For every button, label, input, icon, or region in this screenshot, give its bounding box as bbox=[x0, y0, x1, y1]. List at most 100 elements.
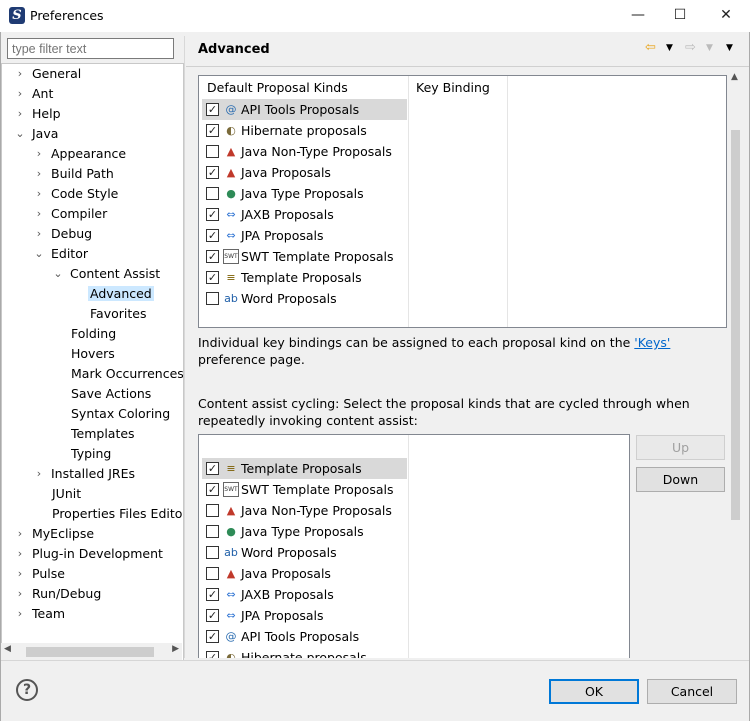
chevron-right-icon[interactable]: › bbox=[33, 164, 45, 184]
proposal-row[interactable]: ✓ ◐ Hibernate proposals bbox=[202, 647, 407, 658]
chevron-down-icon[interactable]: ⌄ bbox=[33, 244, 45, 264]
jaxb-icon: ⇔ bbox=[226, 588, 236, 601]
column-header-kinds[interactable]: Default Proposal Kinds bbox=[207, 80, 348, 95]
proposal-checkbox[interactable] bbox=[206, 546, 219, 559]
proposal-row[interactable]: ✓ @ API Tools Proposals bbox=[202, 626, 407, 647]
up-button[interactable]: Up bbox=[636, 435, 725, 460]
chevron-down-icon[interactable]: ⌄ bbox=[14, 124, 26, 144]
proposal-row[interactable]: ✓ ≡ Template Proposals bbox=[202, 458, 407, 479]
proposal-checkbox[interactable]: ✓ bbox=[206, 271, 219, 284]
proposal-row[interactable]: ▲ Java Non-Type Proposals bbox=[202, 500, 407, 521]
proposal-checkbox[interactable]: ✓ bbox=[206, 630, 219, 643]
chevron-right-icon[interactable]: › bbox=[14, 104, 26, 124]
scroll-up-icon[interactable]: ▲ bbox=[731, 72, 738, 82]
tree-item-junit[interactable]: JUnit bbox=[52, 484, 81, 504]
page-title: Advanced bbox=[198, 42, 270, 57]
proposal-checkbox[interactable]: ✓ bbox=[206, 483, 219, 496]
proposal-checkbox[interactable]: ✓ bbox=[206, 250, 219, 263]
proposal-checkbox[interactable]: ✓ bbox=[206, 651, 219, 658]
cancel-button[interactable]: Cancel bbox=[647, 679, 737, 704]
proposal-checkbox[interactable]: ✓ bbox=[206, 166, 219, 179]
scrollbar-thumb[interactable] bbox=[26, 647, 154, 657]
scroll-left-icon[interactable]: ◀ bbox=[4, 644, 11, 654]
proposal-row[interactable]: ✓ ▲ Java Proposals bbox=[202, 162, 407, 183]
chevron-right-icon[interactable]: › bbox=[33, 224, 45, 244]
minimize-button[interactable]: — bbox=[616, 0, 660, 32]
tree-item-save-actions[interactable]: Save Actions bbox=[71, 384, 151, 404]
chevron-right-icon[interactable]: › bbox=[14, 84, 26, 104]
back-menu-chevron-icon[interactable]: ▼ bbox=[666, 40, 673, 56]
proposal-row[interactable]: ✓ ⇔ JAXB Proposals bbox=[202, 204, 407, 225]
proposal-row[interactable]: ✓ ⇔ JPA Proposals bbox=[202, 605, 407, 626]
proposal-checkbox[interactable]: ✓ bbox=[206, 103, 219, 116]
proposal-checkbox[interactable] bbox=[206, 567, 219, 580]
tree-item-templates[interactable]: Templates bbox=[71, 424, 135, 444]
close-button[interactable]: ✕ bbox=[704, 0, 748, 32]
chevron-right-icon[interactable]: › bbox=[14, 64, 26, 84]
cycling-table: ✓ ≡ Template Proposals ✓ SWT SWT Template Pro… bbox=[198, 434, 630, 658]
column-header-key-binding[interactable]: Key Binding bbox=[416, 80, 490, 95]
chevron-right-icon[interactable]: › bbox=[33, 204, 45, 224]
ok-button[interactable]: OK bbox=[549, 679, 639, 704]
tree-item-folding[interactable]: Folding bbox=[71, 324, 116, 344]
filter-input[interactable] bbox=[7, 38, 174, 59]
proposal-checkbox[interactable]: ✓ bbox=[206, 588, 219, 601]
chevron-right-icon[interactable]: › bbox=[14, 544, 26, 564]
java-shapes-icon: ▲ bbox=[226, 145, 236, 158]
proposal-row[interactable]: ✓ ≡ Template Proposals bbox=[202, 267, 407, 288]
proposal-row[interactable]: ab Word Proposals bbox=[202, 542, 407, 563]
chevron-right-icon[interactable]: › bbox=[14, 584, 26, 604]
proposal-row[interactable]: ✓ ⇔ JPA Proposals bbox=[202, 225, 407, 246]
proposal-checkbox[interactable] bbox=[206, 187, 219, 200]
maximize-button[interactable]: ☐ bbox=[658, 0, 702, 32]
scrollbar-thumb[interactable] bbox=[731, 130, 740, 520]
chevron-right-icon[interactable]: › bbox=[14, 564, 26, 584]
tree-item-properties-files-editor[interactable]: Properties Files Edito bbox=[52, 504, 182, 524]
proposal-row[interactable]: ✓ @ API Tools Proposals bbox=[202, 99, 407, 120]
hibernate-icon: ◐ bbox=[226, 124, 236, 137]
proposal-row[interactable]: ✓ ⇔ JAXB Proposals bbox=[202, 584, 407, 605]
view-menu-icon[interactable]: ▼ bbox=[726, 40, 733, 56]
tree-item-favorites[interactable]: Favorites bbox=[90, 304, 146, 324]
proposal-checkbox[interactable]: ✓ bbox=[206, 609, 219, 622]
down-button[interactable]: Down bbox=[636, 467, 725, 492]
proposal-row[interactable]: ab Word Proposals bbox=[202, 288, 407, 309]
tree-item-syntax-coloring[interactable]: Syntax Coloring bbox=[71, 404, 170, 424]
proposal-checkbox[interactable]: ✓ bbox=[206, 229, 219, 242]
proposal-checkbox[interactable] bbox=[206, 525, 219, 538]
chevron-right-icon[interactable]: › bbox=[33, 464, 45, 484]
tree-item-typing[interactable]: Typing bbox=[71, 444, 111, 464]
proposal-row[interactable]: ✓ ◐ Hibernate proposals bbox=[202, 120, 407, 141]
proposal-checkbox[interactable] bbox=[206, 292, 219, 305]
proposal-label: Template Proposals bbox=[241, 461, 362, 476]
tree-item-hovers[interactable]: Hovers bbox=[71, 344, 115, 364]
scroll-right-icon[interactable]: ▶ bbox=[172, 644, 179, 654]
keys-preference-link[interactable]: 'Keys' bbox=[634, 335, 670, 350]
proposal-checkbox[interactable]: ✓ bbox=[206, 124, 219, 137]
proposal-checkbox[interactable]: ✓ bbox=[206, 208, 219, 221]
proposal-row[interactable]: ✓ SWT SWT Template Proposals bbox=[202, 479, 407, 500]
tree-item-advanced[interactable]: Advanced bbox=[88, 284, 154, 304]
proposal-row[interactable]: ▲ Java Non-Type Proposals bbox=[202, 141, 407, 162]
forward-arrow-icon[interactable]: ⇨ bbox=[685, 40, 696, 56]
proposal-checkbox[interactable] bbox=[206, 504, 219, 517]
tree-item-mark-occurrences[interactable]: Mark Occurrences bbox=[71, 364, 183, 384]
proposal-checkbox[interactable] bbox=[206, 145, 219, 158]
tree-horizontal-scrollbar[interactable]: ◀ ▶ bbox=[1, 643, 182, 660]
page-vertical-scrollbar[interactable]: ▲ bbox=[727, 68, 744, 658]
proposal-row[interactable]: ▲ Java Proposals bbox=[202, 563, 407, 584]
proposal-checkbox[interactable]: ✓ bbox=[206, 462, 219, 475]
proposal-row[interactable]: ● Java Type Proposals bbox=[202, 183, 407, 204]
proposal-row[interactable]: ✓ SWT SWT Template Proposals bbox=[202, 246, 407, 267]
chevron-right-icon[interactable]: › bbox=[33, 144, 45, 164]
back-arrow-icon[interactable]: ⇦ bbox=[645, 40, 656, 56]
panel-divider[interactable] bbox=[184, 36, 185, 658]
help-icon[interactable]: ? bbox=[16, 679, 38, 701]
java-shapes-icon: ▲ bbox=[226, 166, 236, 179]
proposal-row[interactable]: ● Java Type Proposals bbox=[202, 521, 407, 542]
chevron-right-icon[interactable]: › bbox=[14, 604, 26, 624]
chevron-right-icon[interactable]: › bbox=[33, 184, 45, 204]
chevron-down-icon[interactable]: ⌄ bbox=[52, 264, 64, 284]
chevron-right-icon[interactable]: › bbox=[14, 524, 26, 544]
forward-menu-chevron-icon[interactable]: ▼ bbox=[706, 40, 713, 56]
